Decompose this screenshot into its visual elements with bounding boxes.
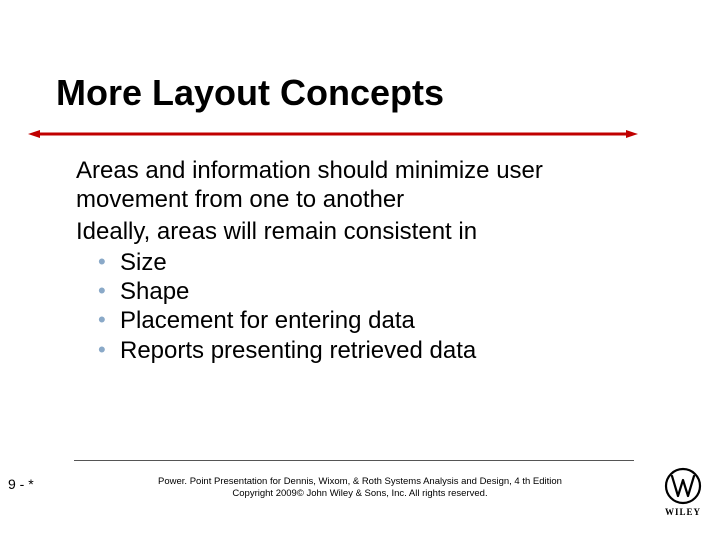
svg-text:WILEY: WILEY — [665, 507, 701, 517]
list-item: • Reports presenting retrieved data — [76, 336, 656, 365]
list-item-label: Placement for entering data — [120, 307, 415, 334]
bullet-icon: • — [98, 278, 106, 304]
bullet-icon: • — [98, 337, 106, 363]
list-item: • Placement for entering data — [76, 306, 656, 335]
page-number: 9 - * — [8, 476, 34, 492]
sub-bullet-list: • Size • Shape • Placement for entering dat… — [76, 248, 656, 365]
list-item: • Shape — [76, 277, 656, 306]
list-item-label: Size — [120, 249, 167, 276]
slide: More Layout Concepts Areas and informati… — [0, 0, 720, 540]
list-item: • Size — [76, 248, 656, 277]
bullet-icon: • — [98, 249, 106, 275]
wiley-logo: WILEY — [658, 466, 708, 518]
footer-rule — [74, 460, 634, 461]
slide-title: More Layout Concepts — [56, 72, 444, 114]
body-para-2: Ideally, areas will remain consistent in — [76, 217, 656, 246]
bullet-icon: • — [98, 307, 106, 333]
body-text: Areas and information should minimize us… — [76, 156, 656, 365]
footer-line-1: Power. Point Presentation for Dennis, Wi… — [0, 476, 720, 488]
title-rule — [28, 128, 638, 134]
list-item-label: Shape — [120, 278, 189, 305]
list-item-label: Reports presenting retrieved data — [120, 337, 476, 364]
footer-text: Power. Point Presentation for Dennis, Wi… — [0, 476, 720, 500]
body-para-1: Areas and information should minimize us… — [76, 156, 656, 215]
footer-line-2: Copyright 2009© John Wiley & Sons, Inc. … — [0, 488, 720, 500]
